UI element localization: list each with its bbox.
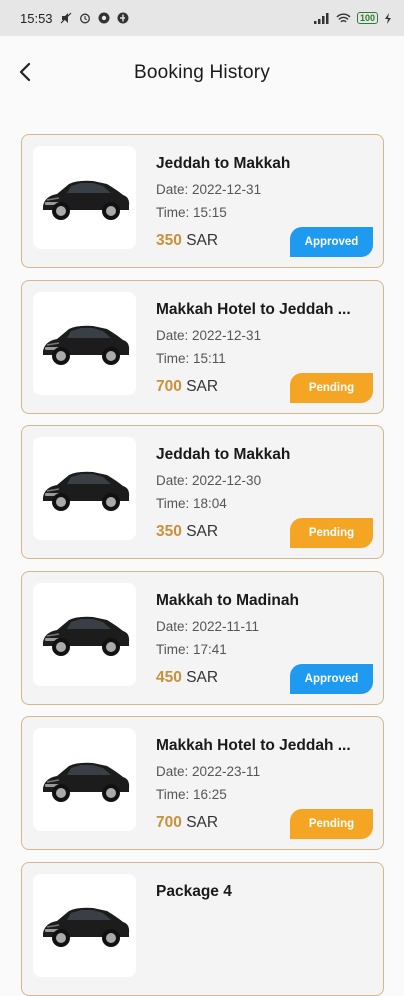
car-image bbox=[33, 437, 136, 540]
signal-icon bbox=[313, 12, 329, 24]
car-icon bbox=[42, 180, 129, 220]
car-image bbox=[33, 291, 136, 395]
car-icon bbox=[42, 762, 129, 802]
booking-card[interactable]: Jeddah to Makkah Date: 2022-12-31 Time: … bbox=[21, 134, 384, 268]
booking-time: Time: 17:41 bbox=[156, 641, 227, 657]
mute-icon bbox=[60, 12, 71, 24]
price-amount: 700 bbox=[156, 377, 182, 395]
booking-date: Date: 2022-11-11 bbox=[156, 618, 260, 634]
charging-icon bbox=[385, 12, 391, 24]
app-notification-icon bbox=[98, 12, 110, 24]
route-title: Makkah to Madinah bbox=[156, 591, 299, 609]
status-badge: Approved bbox=[290, 227, 373, 257]
price-amount: 350 bbox=[156, 232, 182, 249]
status-bar: 15:53 100 bbox=[0, 0, 404, 36]
booking-card[interactable]: Package 4 bbox=[21, 861, 384, 996]
car-icon bbox=[42, 325, 129, 365]
price: 700 SAR bbox=[156, 814, 218, 832]
app-notification-icon bbox=[117, 12, 129, 24]
status-right: 100 bbox=[313, 12, 392, 24]
battery-icon: 100 bbox=[356, 12, 378, 24]
booking-date: Date: 2022-23-11 bbox=[156, 764, 261, 779]
car-image bbox=[33, 582, 136, 686]
price-currency: SAR bbox=[186, 523, 219, 540]
price: 350 SAR bbox=[156, 232, 218, 250]
alarm-icon bbox=[79, 13, 90, 24]
booking-card[interactable]: Makkah Hotel to Jeddah ... Date: 2022-12… bbox=[21, 279, 384, 414]
booking-time: Time: 18:04 bbox=[156, 496, 227, 511]
booking-time: Time: 16:25 bbox=[156, 787, 227, 802]
price: 350 SAR bbox=[156, 523, 218, 541]
price: 700 SAR bbox=[156, 378, 218, 396]
status-badge: Pending bbox=[290, 518, 373, 548]
booking-date: Date: 2022-12-31 bbox=[156, 327, 262, 343]
booking-time: Time: 15:11 bbox=[156, 350, 226, 366]
app-bar: Booking History bbox=[0, 36, 404, 110]
status-badge: Pending bbox=[290, 372, 373, 403]
booking-list bbox=[0, 110, 404, 134]
car-icon bbox=[42, 616, 129, 656]
price: 450 SAR bbox=[156, 669, 218, 687]
price-currency: SAR bbox=[186, 232, 219, 249]
booking-card[interactable]: Jeddah to Makkah Date: 2022-12-30 Time: … bbox=[21, 425, 384, 559]
booking-time: Time: 15:15 bbox=[156, 205, 227, 220]
price-currency: SAR bbox=[186, 814, 219, 831]
car-image bbox=[33, 728, 136, 831]
price-currency: SAR bbox=[186, 377, 219, 395]
wifi-icon bbox=[336, 13, 351, 22]
clock: 15:53 bbox=[20, 10, 53, 26]
car-icon bbox=[42, 907, 129, 947]
price-amount: 450 bbox=[156, 668, 182, 686]
booking-card[interactable]: Makkah to Madinah Date: 2022-11-11 Time:… bbox=[21, 570, 384, 705]
status-left: 15:53 bbox=[20, 11, 129, 26]
back-arrow-icon[interactable] bbox=[14, 60, 38, 84]
price-currency: SAR bbox=[186, 668, 219, 686]
car-image bbox=[33, 873, 136, 977]
car-image bbox=[33, 146, 136, 249]
price-amount: 700 bbox=[156, 814, 182, 831]
route-title: Makkah Hotel to Jeddah ... bbox=[156, 300, 351, 318]
status-badge: Approved bbox=[290, 663, 373, 694]
route-title: Package 4 bbox=[156, 882, 232, 900]
booking-date: Date: 2022-12-31 bbox=[156, 182, 262, 197]
route-title: Jeddah to Makkah bbox=[156, 446, 291, 463]
booking-date: Date: 2022-12-30 bbox=[156, 473, 262, 488]
page-title: Booking History bbox=[133, 62, 271, 83]
price-amount: 350 bbox=[156, 523, 182, 540]
route-title: Jeddah to Makkah bbox=[156, 155, 291, 172]
route-title: Makkah Hotel to Jeddah ... bbox=[156, 737, 351, 754]
booking-card[interactable]: Makkah Hotel to Jeddah ... Date: 2022-23… bbox=[21, 716, 384, 850]
status-badge: Pending bbox=[290, 809, 373, 839]
car-icon bbox=[42, 471, 129, 511]
